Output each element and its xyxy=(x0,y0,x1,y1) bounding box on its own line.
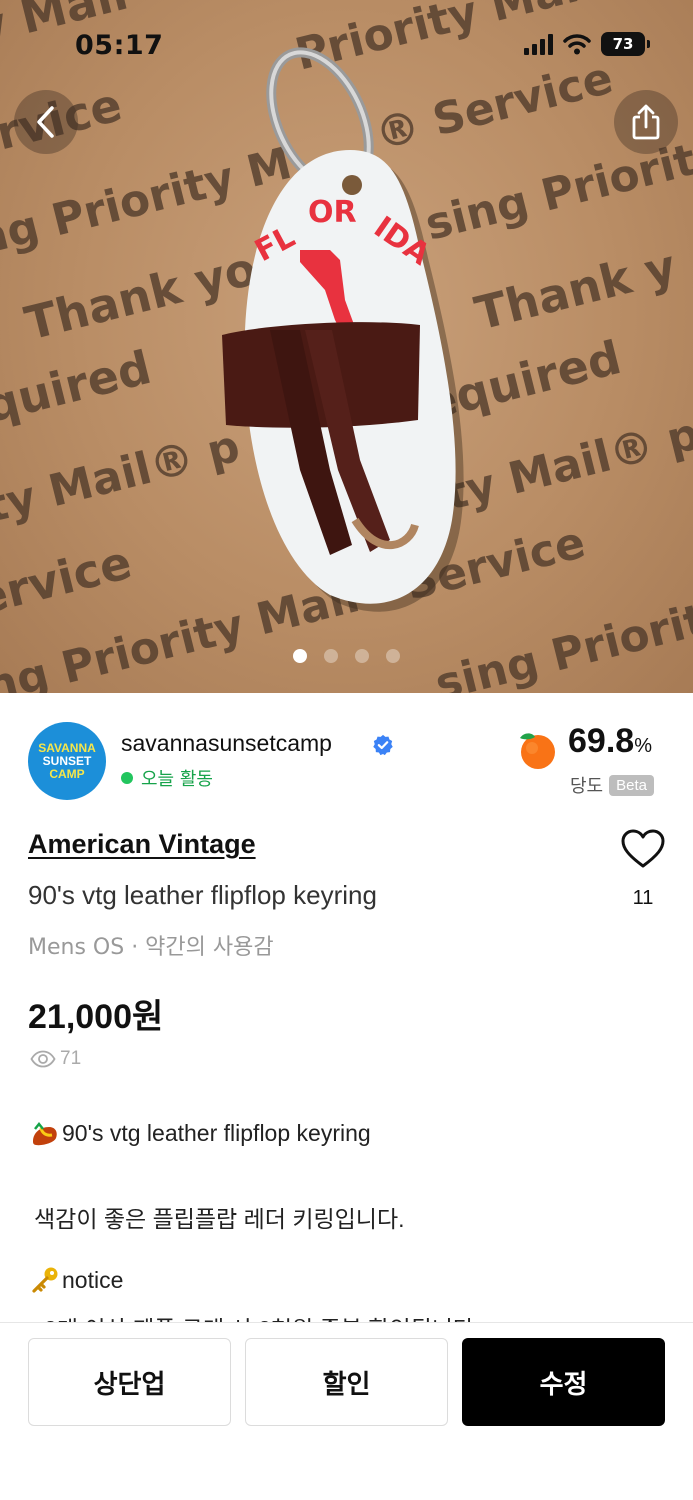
product-photo-carousel[interactable]: y Mail Priority Mail ervice ® Service ng… xyxy=(0,0,693,693)
manner-score[interactable]: 69.8% 당도 Beta xyxy=(488,720,668,806)
battery-icon: 73 xyxy=(601,32,650,56)
seller-row[interactable]: SAVANNA SUNSET CAMP savannasunsetcamp 오늘… xyxy=(28,720,668,806)
bottom-action-bar: 상단업 할인 수정 xyxy=(0,1322,693,1500)
svg-text:quired: quired xyxy=(0,340,156,433)
svg-text:OR: OR xyxy=(308,195,357,230)
edit-button[interactable]: 수정 xyxy=(462,1338,665,1426)
product-price: 21,000원 xyxy=(28,998,164,1036)
flip-flop-emoji-icon xyxy=(33,1121,57,1145)
discount-button[interactable]: 할인 xyxy=(245,1338,448,1426)
verified-badge-icon xyxy=(373,734,393,756)
seller-avatar[interactable]: SAVANNA SUNSET CAMP xyxy=(28,722,106,800)
svg-text:ng Priority M: ng Priority M xyxy=(0,138,297,266)
carousel-indicator xyxy=(0,649,693,663)
description-line: 90's vtg leather flipflop keyring xyxy=(30,1120,371,1147)
description-line: notice xyxy=(30,1266,123,1294)
eye-icon xyxy=(30,1050,56,1068)
chevron-left-icon xyxy=(37,106,54,138)
wifi-icon xyxy=(563,34,591,55)
share-icon xyxy=(632,104,660,140)
avatar-text-line: SUNSET xyxy=(42,753,92,768)
score-unit: % xyxy=(634,735,652,757)
view-count-value: 71 xyxy=(60,1048,82,1069)
view-count: 71 xyxy=(30,1048,81,1070)
svg-text:ervice: ervice xyxy=(0,535,137,626)
manner-score-value: 69.8% xyxy=(568,722,652,761)
score-number: 69.8 xyxy=(568,722,635,760)
manner-label: 당도 xyxy=(570,776,604,797)
peach-icon xyxy=(520,733,555,769)
carousel-dot[interactable] xyxy=(324,649,338,663)
status-time: 05:17 xyxy=(75,30,164,61)
heart-icon[interactable] xyxy=(620,828,666,870)
status-bar: 05:17 73 xyxy=(0,0,693,90)
back-button[interactable] xyxy=(14,90,78,154)
key-emoji-icon xyxy=(32,1267,58,1293)
carousel-dot[interactable] xyxy=(386,649,400,663)
online-dot-icon xyxy=(121,772,133,784)
activity-text: 오늘 활동 xyxy=(141,769,213,790)
svg-text:ty Mail® p: ty Mail® p xyxy=(440,408,693,520)
description-line3: notice xyxy=(62,1266,124,1293)
description-line1: 90's vtg leather flipflop keyring xyxy=(62,1120,371,1146)
brand-link[interactable]: American Vintage xyxy=(28,829,256,860)
beta-badge: Beta xyxy=(609,774,654,796)
cellular-signal-icon xyxy=(524,33,553,55)
product-meta: Mens OS · 약간의 사용감 xyxy=(28,935,274,960)
carousel-dot[interactable] xyxy=(355,649,369,663)
svg-text:ty Mail® p: ty Mail® p xyxy=(0,421,245,533)
bump-button[interactable]: 상단업 xyxy=(28,1338,231,1426)
seller-name[interactable]: savannasunsetcamp xyxy=(121,730,332,757)
svg-text:sing Priorit: sing Priorit xyxy=(430,594,693,693)
product-photo: y Mail Priority Mail ervice ® Service ng… xyxy=(0,0,693,693)
svg-text:Thank y: Thank y xyxy=(470,239,682,341)
description-line2: 색감이 좋은 플립플랍 레더 키링입니다. xyxy=(34,1206,405,1232)
product-description: 90's vtg leather flipflop keyring 색감이 좋은… xyxy=(30,1120,660,1325)
avatar-text-line: CAMP xyxy=(49,766,85,781)
share-button[interactable] xyxy=(614,90,678,154)
carousel-dot[interactable] xyxy=(293,649,307,663)
like-count: 11 xyxy=(632,887,654,909)
avatar-text-line: SAVANNA xyxy=(38,740,96,755)
product-title: 90's vtg leather flipflop keyring xyxy=(28,880,377,910)
activity-status: 오늘 활동 xyxy=(121,765,213,791)
